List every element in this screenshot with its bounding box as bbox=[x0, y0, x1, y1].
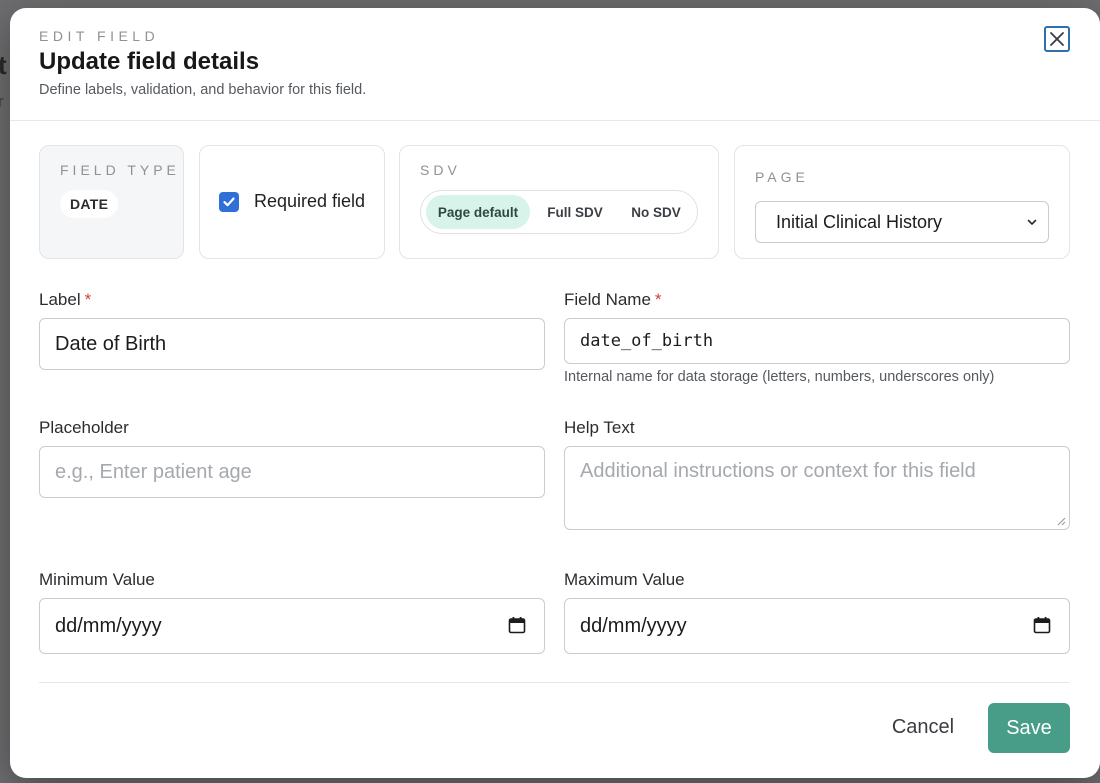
sdv-option-page-default[interactable]: Page default bbox=[426, 195, 530, 229]
field-name-input[interactable]: date_of_birth bbox=[564, 318, 1070, 364]
maximum-value-date-input[interactable]: dd/mm/yyyy bbox=[564, 598, 1070, 654]
modal-header: EDIT FIELD Update field details Define l… bbox=[10, 8, 1100, 121]
placeholder-input[interactable]: e.g., Enter patient age bbox=[39, 446, 545, 498]
calendar-icon[interactable] bbox=[1033, 616, 1051, 634]
maximum-value-label: Maximum Value bbox=[564, 570, 685, 589]
field-name-label-text: Field Name bbox=[564, 290, 651, 309]
maximum-value-placeholder: dd/mm/yyyy bbox=[580, 614, 687, 637]
cancel-button[interactable]: Cancel bbox=[878, 712, 968, 742]
label-field-label-text: Label bbox=[39, 290, 81, 309]
page-select[interactable]: Initial Clinical History bbox=[755, 201, 1049, 243]
field-type-label: FIELD TYPE bbox=[60, 162, 180, 178]
required-checkbox[interactable] bbox=[219, 192, 239, 212]
sdv-option-full-sdv[interactable]: Full SDV bbox=[538, 195, 612, 229]
label-input-value: Date of Birth bbox=[55, 332, 167, 355]
sdv-card: SDV Page default Full SDV No SDV bbox=[399, 145, 719, 259]
footer-divider bbox=[39, 682, 1069, 683]
label-input[interactable]: Date of Birth bbox=[39, 318, 545, 370]
modal-eyebrow: EDIT FIELD bbox=[39, 28, 160, 44]
page-select-value: Initial Clinical History bbox=[776, 211, 943, 232]
help-text-placeholder: Additional instructions or context for t… bbox=[580, 460, 976, 482]
modal-title: Update field details bbox=[39, 48, 260, 75]
field-name-hint: Internal name for data storage (letters,… bbox=[564, 369, 995, 385]
check-icon bbox=[223, 197, 235, 207]
close-icon bbox=[1050, 32, 1064, 46]
sdv-segmented-control: Page default Full SDV No SDV bbox=[420, 190, 698, 234]
sdv-option-no-sdv[interactable]: No SDV bbox=[621, 195, 691, 229]
resize-handle-icon[interactable] bbox=[1056, 516, 1066, 526]
placeholder-label: Placeholder bbox=[39, 418, 129, 437]
help-text-label: Help Text bbox=[564, 418, 635, 437]
sdv-label: SDV bbox=[420, 162, 461, 178]
edit-field-modal: EDIT FIELD Update field details Define l… bbox=[10, 8, 1100, 778]
field-type-badge: DATE bbox=[60, 190, 119, 218]
field-name-label: Field Name * bbox=[564, 290, 662, 310]
modal-subtitle: Define labels, validation, and behavior … bbox=[39, 82, 367, 98]
minimum-value-placeholder: dd/mm/yyyy bbox=[55, 614, 162, 637]
page-label: PAGE bbox=[755, 169, 809, 185]
calendar-icon[interactable] bbox=[508, 616, 526, 634]
close-button[interactable] bbox=[1044, 26, 1070, 52]
placeholder-input-placeholder: e.g., Enter patient age bbox=[55, 460, 252, 483]
save-button[interactable]: Save bbox=[988, 703, 1070, 753]
field-name-input-value: date_of_birth bbox=[580, 331, 714, 351]
label-field-label: Label * bbox=[39, 290, 91, 310]
help-text-textarea[interactable]: Additional instructions or context for t… bbox=[564, 446, 1070, 530]
background-page-fragment-2: r bbox=[0, 92, 4, 111]
minimum-value-date-input[interactable]: dd/mm/yyyy bbox=[39, 598, 545, 654]
required-star: * bbox=[84, 290, 92, 309]
required-card[interactable]: Required field bbox=[199, 145, 385, 259]
required-star: * bbox=[654, 290, 662, 309]
minimum-value-label: Minimum Value bbox=[39, 570, 155, 589]
field-type-card: FIELD TYPE DATE bbox=[39, 145, 184, 259]
required-label: Required field bbox=[254, 191, 366, 211]
page-card: PAGE Initial Clinical History bbox=[734, 145, 1070, 259]
background-page-fragment: t bbox=[0, 50, 7, 80]
chevron-down-icon bbox=[1027, 219, 1037, 225]
